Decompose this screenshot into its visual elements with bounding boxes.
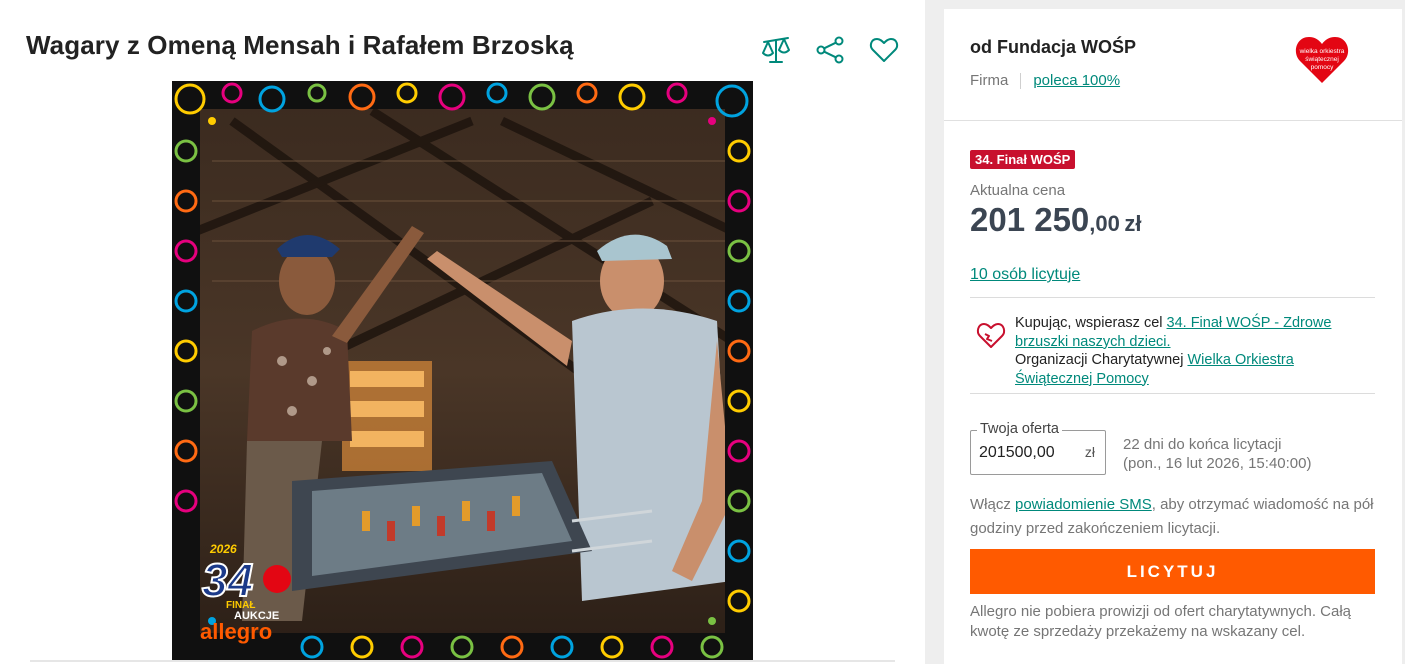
current-price: 201 250,00 zł [970,201,1141,239]
heart-icon[interactable] [868,34,900,66]
bid-field[interactable]: Twoja oferta zł [970,421,1106,475]
price-decimal: ,00 [1089,211,1120,236]
bid-amount-input[interactable] [979,441,1074,465]
divider [30,660,895,662]
wosp-heart-logo: wielka orkiestraświątecznejpomocy [1295,37,1349,83]
offer-actions [760,34,900,66]
sms-text-prefix: Włącz [970,496,1015,513]
charity-heart-icon [976,323,1006,348]
charity-info: Kupując, wspierasz cel 34. Finał WOŚP - … [970,297,1375,394]
price-currency: zł [1124,211,1142,236]
logo-text-line: świątecznej [1305,56,1339,63]
logo-text-line: wielka orkiestra [1299,48,1345,55]
price-main: 201 250 [970,201,1090,238]
bid-button[interactable]: LICYTUJ [970,549,1375,594]
campaign-badge: 34. Finał WOŚP [970,150,1076,169]
seller-rating-link[interactable]: poleca 100% [1033,72,1120,89]
sms-notification: Włącz powiadomienie SMS, aby otrzymać wi… [970,493,1380,541]
meta-separator [1020,72,1022,89]
offer-main-panel: Wagary z Omeną Mensah i Rafałem Brzoską [0,0,925,664]
logo-number: 34 [202,554,253,606]
seller-meta: Firma poleca 100% [970,72,1120,89]
bidders-link[interactable]: 10 osób licytuje [970,266,1080,284]
share-icon[interactable] [814,34,846,66]
logo-allegro: allegro [200,619,272,644]
charity-text-prefix: Kupując, wspierasz cel [1015,315,1167,331]
purchase-panel: od Fundacja WOŚP Firma poleca 100% wielk… [944,9,1402,664]
commission-note: Allegro nie pobiera prowizji od ofert ch… [970,603,1352,640]
seller-type: Firma [970,72,1009,89]
days-left: 22 dni do końca licytacji [1123,436,1282,453]
logo-text-line: pomocy [1311,64,1335,71]
seller-section: od Fundacja WOŚP Firma poleca 100% wielk… [944,9,1402,121]
seller-name[interactable]: od Fundacja WOŚP [970,37,1136,58]
offer-photo[interactable]: 2026 34 FINAŁ AUKCJE allegro [172,81,753,661]
sms-notification-link[interactable]: powiadomienie SMS [1015,496,1152,513]
price-label: Aktualna cena [970,182,1066,199]
charity-text: Kupując, wspierasz cel 34. Finał WOŚP - … [1015,314,1360,388]
offer-title: Wagary z Omeną Mensah i Rafałem Brzoską [26,30,574,60]
bid-field-label: Twoja oferta [977,421,1062,437]
bid-currency: zł [1084,444,1095,460]
compare-scales-icon[interactable] [760,34,792,66]
auction-deadline: 22 dni do końca licytacji (pon., 16 lut … [1123,435,1311,473]
end-date: (pon., 16 lut 2026, 15:40:00) [1123,455,1312,472]
charity-org-prefix: Organizacji Charytatywnej [1015,352,1188,368]
